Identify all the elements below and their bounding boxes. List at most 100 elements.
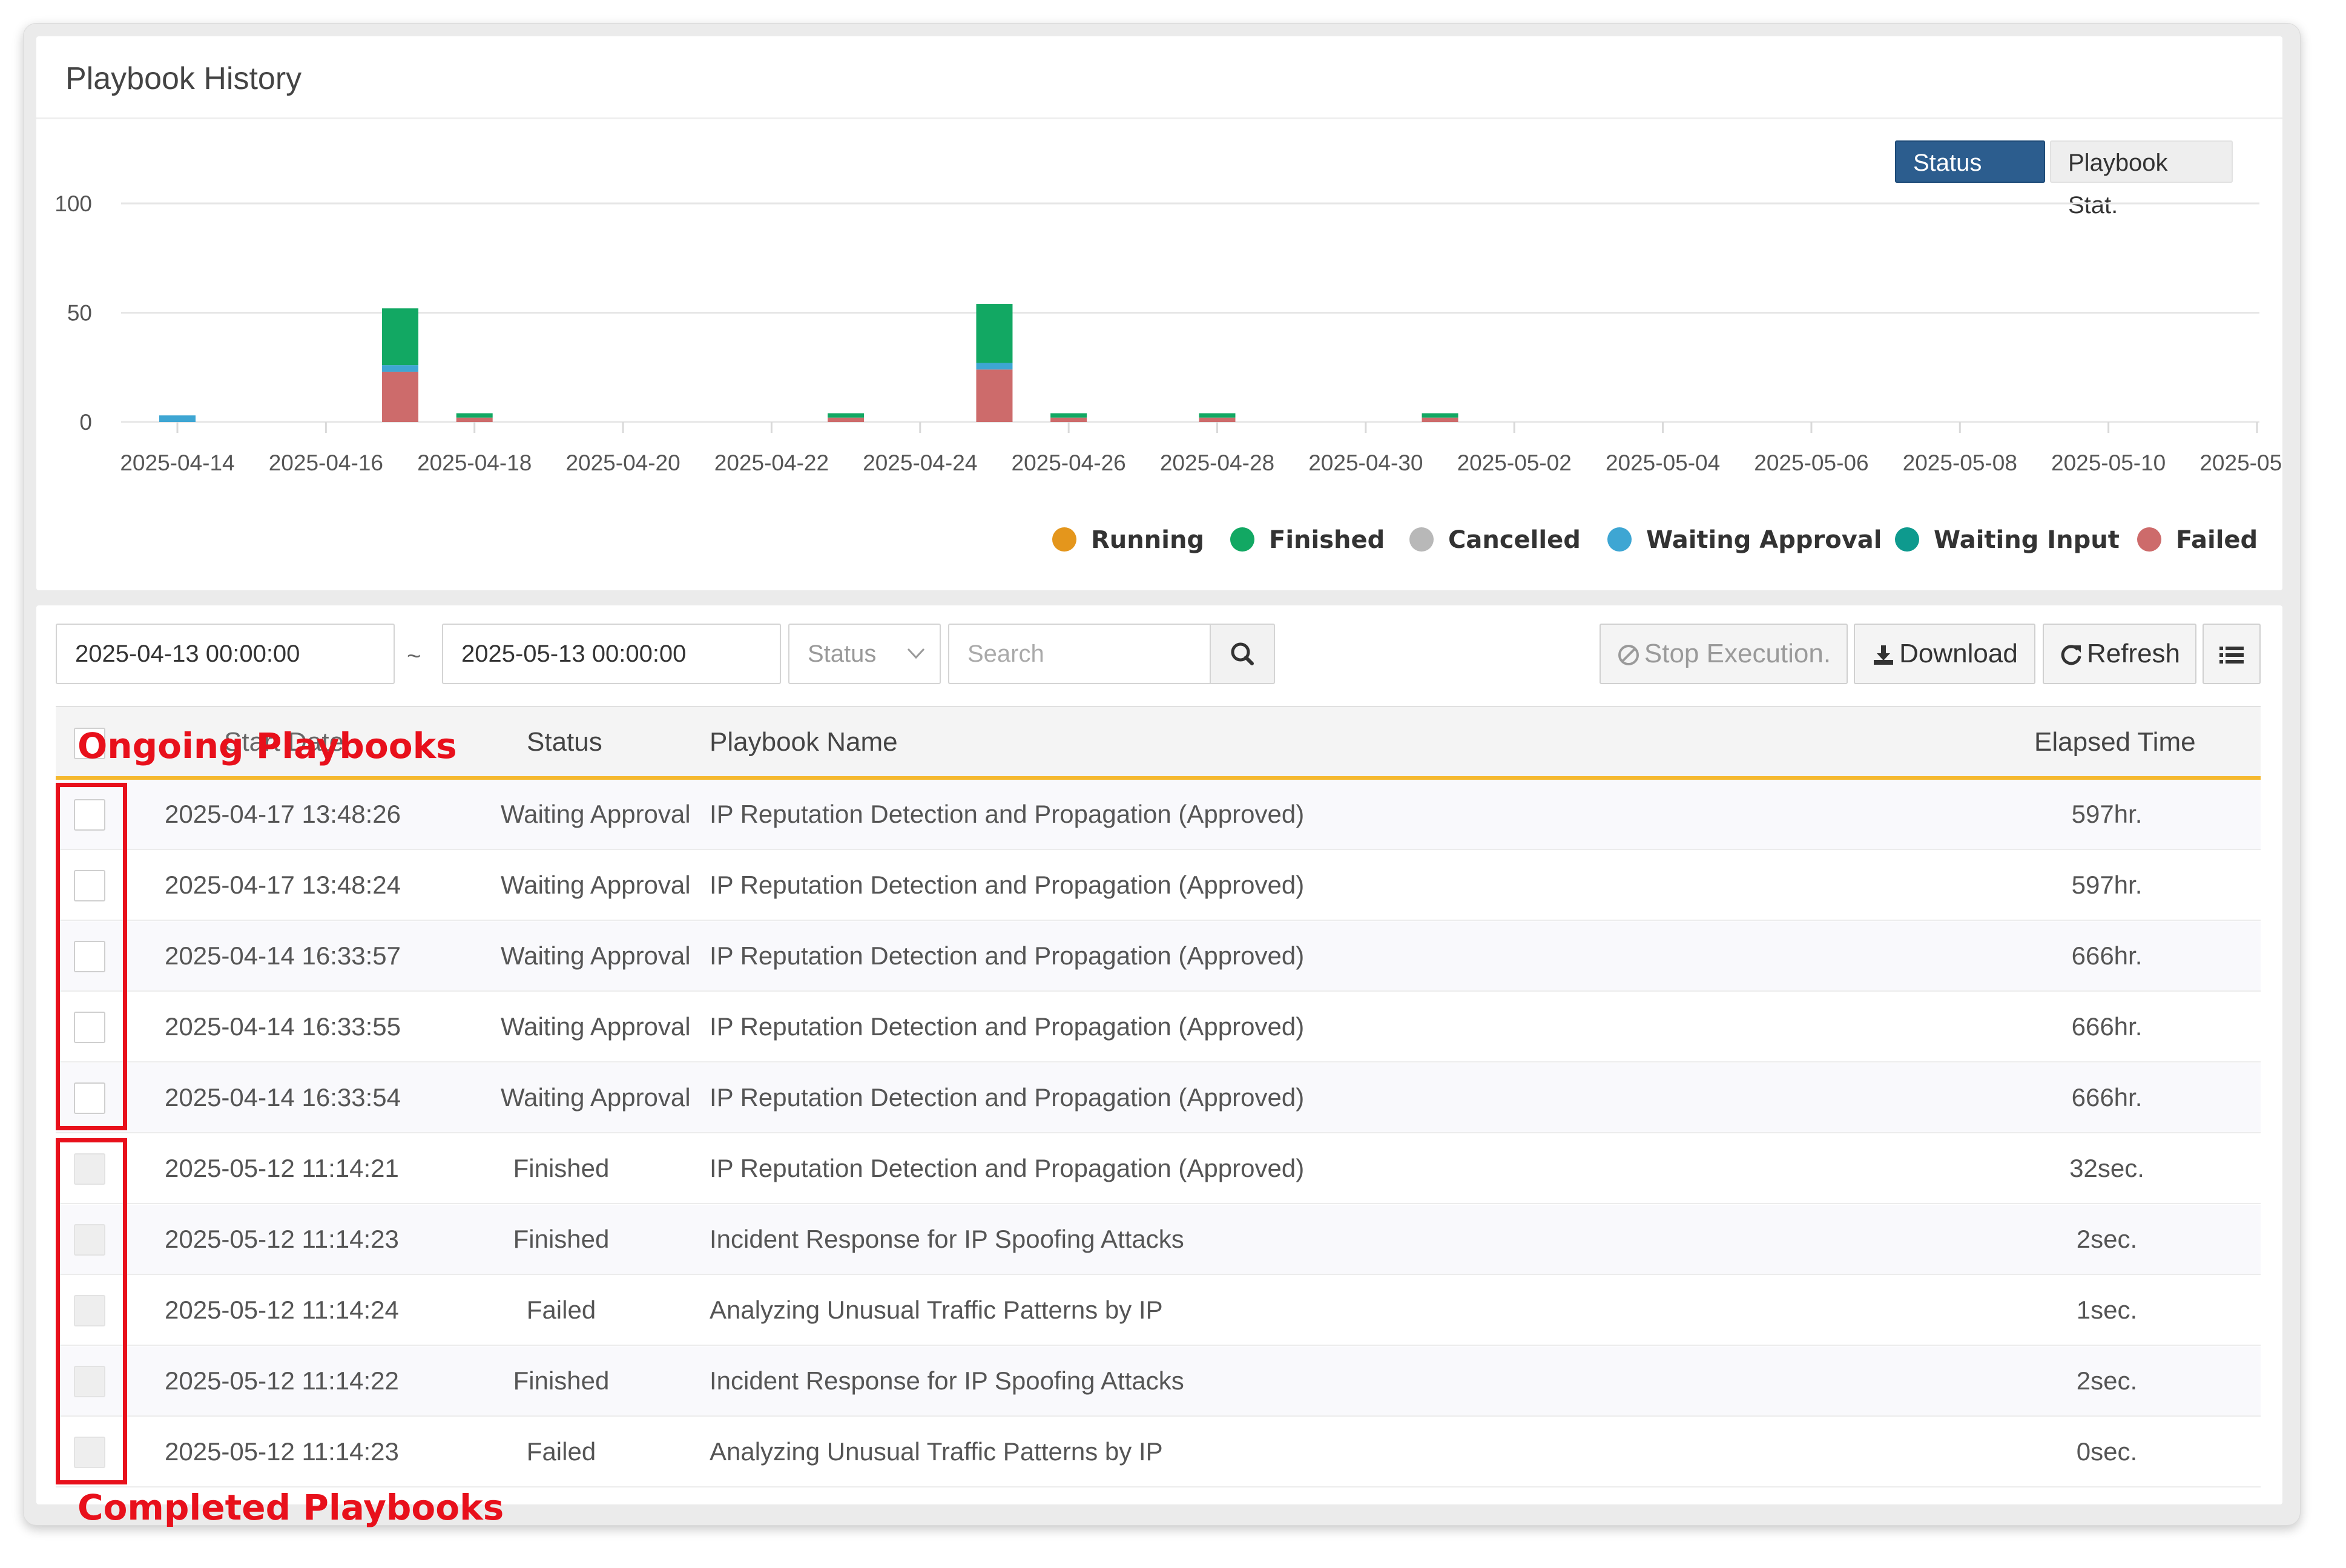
row-start-date: 2025-04-14 16:33:54 [165, 1083, 401, 1112]
refresh-label: Refresh [2086, 639, 2181, 668]
x-tick-label: 2025-05-02 [1457, 450, 1572, 475]
row-status: Waiting Approval [501, 871, 691, 899]
end-date-input[interactable]: 2025-05-13 00:00:00 [442, 624, 781, 684]
table-row[interactable]: 2025-04-17 13:48:24 Waiting Approval IP Re… [56, 851, 2261, 921]
bar-waiting-approval [976, 363, 1013, 370]
refresh-icon [2061, 645, 2081, 665]
legend-marker-failed [2137, 527, 2161, 552]
table-row[interactable]: 2025-04-14 16:33:54 Waiting Approval IP Re… [56, 1063, 2261, 1133]
row-status: Finished [513, 1225, 610, 1253]
legend-marker-waiting-approval [1607, 527, 1632, 552]
x-tick-label: 2025-04-20 [565, 450, 680, 475]
x-tick-label: 2025-04-30 [1308, 450, 1423, 475]
legend-label: Running [1091, 526, 1204, 554]
row-playbook-name: IP Reputation Detection and Propagation … [710, 800, 1305, 828]
row-start-date: 2025-05-12 11:14:23 [165, 1225, 399, 1253]
table-row[interactable]: 2025-04-14 16:33:55 Waiting Approval IP Re… [56, 992, 2261, 1062]
start-date-input[interactable]: 2025-04-13 00:00:00 [56, 624, 395, 684]
y-tick-label: 50 [67, 301, 92, 326]
table-row[interactable]: 2025-04-14 16:33:57 Waiting Approval IP Re… [56, 921, 2261, 992]
column-elapsed-time[interactable]: Elapsed Time [2034, 707, 2196, 777]
completed-highlight-box [56, 1138, 127, 1484]
x-tick-label: 2025-04-22 [714, 450, 829, 475]
row-elapsed-time: 1sec. [2076, 1296, 2138, 1324]
bar-finished [828, 413, 865, 418]
x-tick-label: 2025-04-28 [1160, 450, 1274, 475]
row-status: Failed [526, 1437, 596, 1466]
x-tick-label: 2025-05-10 [2051, 450, 2166, 475]
x-tick-label: 2025-05-06 [1754, 450, 1868, 475]
row-start-date: 2025-04-17 13:48:24 [165, 871, 401, 899]
stop-execution-label: Stop Execution. [1644, 639, 1831, 668]
x-tick-label: 2025-04-26 [1012, 450, 1126, 475]
row-elapsed-time: 2sec. [2076, 1225, 2138, 1253]
row-playbook-name: IP Reputation Detection and Propagation … [710, 1012, 1305, 1041]
legend-label: Cancelled [1448, 526, 1581, 554]
legend-label: Waiting Input [1934, 526, 2120, 554]
bar-waiting-approval [382, 365, 419, 372]
x-tick-label: 2025-04-24 [863, 450, 977, 475]
row-start-date: 2025-05-12 11:14:21 [165, 1154, 399, 1182]
row-status: Failed [526, 1296, 596, 1324]
status-chart: 0 50 100 2025-04-14 2025-04-16 2025-04-18 2025… [54, 191, 2282, 554]
legend-label: Waiting Approval [1646, 526, 1882, 554]
row-elapsed-time: 2sec. [2076, 1366, 2138, 1395]
row-elapsed-time: 666hr. [2071, 941, 2143, 970]
table-row[interactable]: 2025-05-12 11:14:23 Finished Incident Resp… [56, 1205, 2261, 1275]
column-status[interactable]: Status [527, 707, 602, 777]
status-select[interactable]: Status [788, 624, 941, 684]
row-elapsed-time: 597hr. [2071, 871, 2143, 899]
y-tick-label: 100 [54, 191, 92, 216]
row-status: Finished [513, 1366, 610, 1395]
download-icon [1874, 645, 1894, 665]
row-playbook-name: Analyzing Unusual Traffic Patterns by IP [710, 1437, 1163, 1466]
ban-icon [1618, 645, 1639, 666]
bar-failed [828, 417, 865, 422]
legend-marker-running [1052, 527, 1076, 552]
x-tick-label: 2025-05-04 [1606, 450, 1720, 475]
bar-failed [1422, 417, 1458, 422]
row-status: Waiting Approval [501, 800, 691, 828]
chevron-down-icon [906, 625, 926, 705]
table-row[interactable]: 2025-04-17 13:48:26 Waiting Approval IP Re… [56, 780, 2261, 850]
row-elapsed-time: 666hr. [2071, 1012, 2143, 1041]
column-playbook-name[interactable]: Playbook Name [710, 707, 898, 777]
row-status: Waiting Approval [501, 941, 691, 970]
date-range-separator: ~ [407, 643, 421, 670]
bar-finished [1422, 413, 1458, 418]
y-tick-label: 0 [79, 410, 92, 435]
legend-marker-cancelled [1409, 527, 1434, 552]
bar-failed [976, 369, 1013, 422]
search-input[interactable]: Search [948, 624, 1211, 684]
x-tick-label: 2025-04-16 [269, 450, 383, 475]
chart-panel: Playbook History Status Stat. Playbook S… [36, 36, 2282, 590]
table-row[interactable]: 2025-05-12 11:14:22 Finished Incident Resp… [56, 1346, 2261, 1417]
bar-failed [1050, 417, 1087, 422]
bar-failed [1199, 417, 1236, 422]
refresh-button[interactable]: Refresh [2043, 624, 2196, 684]
row-playbook-name: IP Reputation Detection and Propagation … [710, 941, 1305, 970]
bar-failed [382, 371, 419, 422]
x-tick-label: 2025-05-12 [2199, 450, 2282, 475]
bar-finished [1199, 413, 1236, 418]
bar-finished [1050, 413, 1087, 418]
row-playbook-name: IP Reputation Detection and Propagation … [710, 1154, 1305, 1182]
column-settings-button[interactable] [2203, 624, 2261, 684]
row-elapsed-time: 0sec. [2076, 1437, 2138, 1466]
x-tick-label: 2025-05-08 [1903, 450, 2017, 475]
bar-waiting-approval [159, 415, 196, 422]
download-button[interactable]: Download [1854, 624, 2035, 684]
row-start-date: 2025-05-12 11:14:23 [165, 1437, 399, 1466]
row-playbook-name: IP Reputation Detection and Propagation … [710, 871, 1305, 899]
ongoing-highlight-box [56, 783, 127, 1130]
row-status: Waiting Approval [501, 1012, 691, 1041]
ongoing-playbooks-label: Ongoing Playbooks [77, 725, 457, 766]
search-button[interactable] [1210, 624, 1275, 684]
table-row[interactable]: 2025-05-12 11:14:23 Failed Analyzing Unusu… [56, 1417, 2261, 1487]
stop-execution-button[interactable]: Stop Execution. [1600, 624, 1848, 684]
row-elapsed-time: 597hr. [2071, 800, 2143, 828]
status-select-label: Status [808, 641, 877, 667]
bar-finished [382, 308, 419, 366]
table-row[interactable]: 2025-05-12 11:14:24 Failed Analyzing Unusu… [56, 1276, 2261, 1346]
table-row[interactable]: 2025-05-12 11:14:21 Finished IP Reputation… [56, 1134, 2261, 1204]
